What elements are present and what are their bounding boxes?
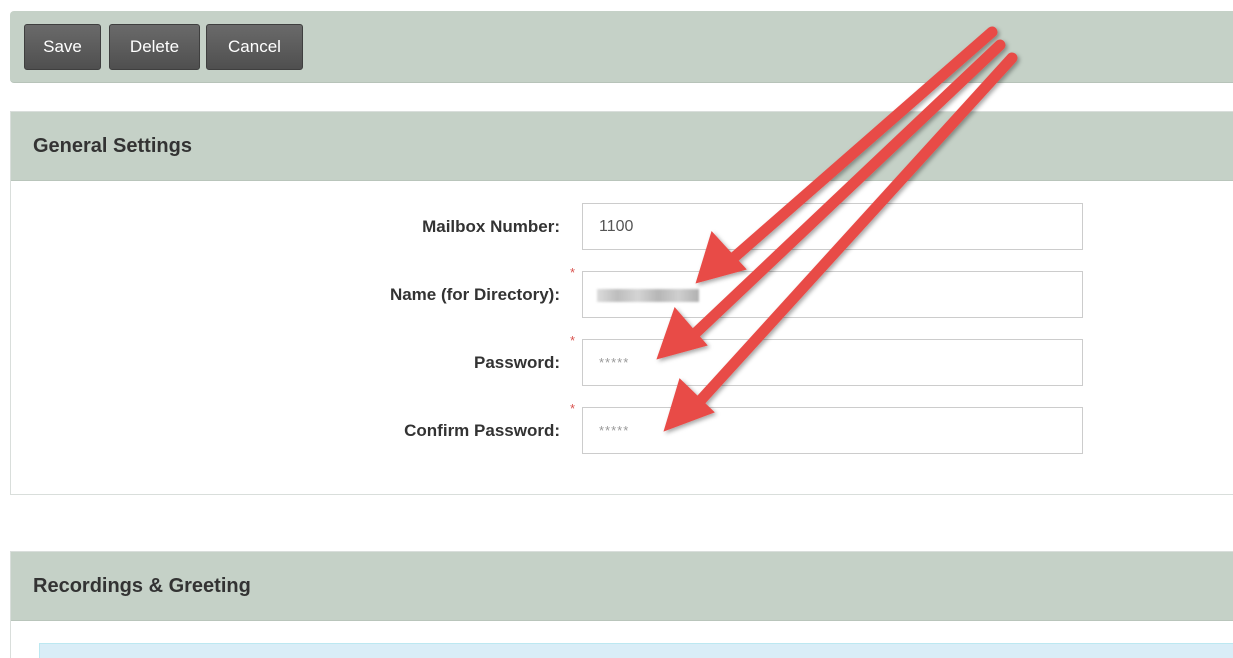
mailbox-number-row: Mailbox Number: 1100: [11, 203, 1233, 250]
password-row: Password: * *****: [11, 333, 1233, 386]
required-marker: *: [570, 333, 576, 348]
redacted-name-value: [597, 289, 699, 302]
mailbox-number-label: Mailbox Number:: [422, 217, 560, 236]
password-label: Password:: [474, 353, 560, 372]
page: Save Delete Cancel General Settings Mail…: [0, 0, 1233, 658]
info-box: [39, 643, 1233, 658]
password-field[interactable]: *****: [582, 339, 1083, 386]
delete-button[interactable]: Delete: [109, 24, 200, 70]
directory-name-label: Name (for Directory):: [389, 285, 560, 304]
save-button[interactable]: Save: [24, 24, 101, 70]
confirm-password-label: Confirm Password:: [404, 421, 560, 440]
confirm-password-field[interactable]: *****: [582, 407, 1083, 454]
cancel-button[interactable]: Cancel: [206, 24, 303, 70]
mailbox-number-field[interactable]: 1100: [582, 203, 1083, 250]
required-marker: *: [570, 265, 576, 280]
recordings-greeting-header[interactable]: Recordings & Greeting: [11, 552, 1233, 621]
general-settings-header[interactable]: General Settings: [11, 112, 1233, 181]
required-marker: *: [570, 401, 576, 416]
general-settings-panel: General Settings Mailbox Number: 1100 Na…: [10, 111, 1233, 495]
directory-name-field[interactable]: [582, 271, 1083, 318]
action-toolbar: Save Delete Cancel: [10, 11, 1233, 83]
confirm-password-row: Confirm Password: * *****: [11, 401, 1233, 454]
directory-name-row: Name (for Directory): *: [11, 265, 1233, 318]
recordings-greeting-panel: Recordings & Greeting: [10, 551, 1233, 658]
